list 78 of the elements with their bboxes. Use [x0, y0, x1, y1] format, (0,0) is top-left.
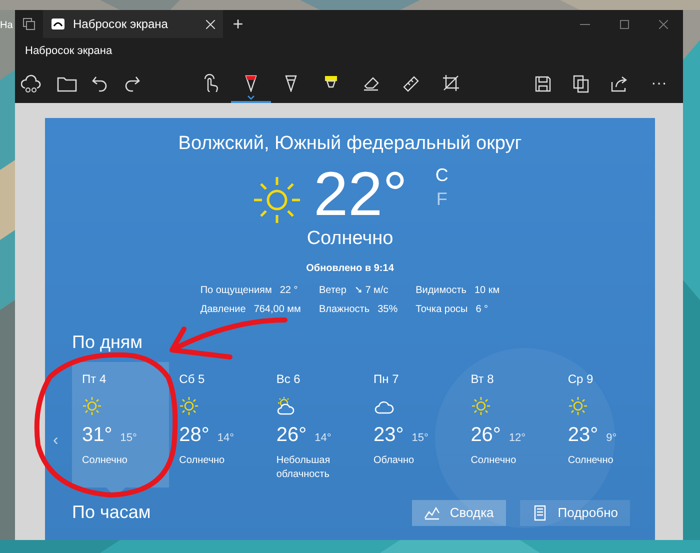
day-label: Вс 6 — [276, 371, 300, 388]
detail-value: 764,00 мм — [254, 303, 301, 317]
day-condition: Солнечно — [179, 454, 226, 468]
section-heading: По часам — [72, 501, 151, 524]
high-temperature: 31° — [82, 423, 112, 448]
folder-icon[interactable] — [57, 76, 77, 92]
high-temperature: 23° — [568, 423, 598, 448]
copy-icon[interactable] — [573, 75, 590, 93]
redo-icon[interactable] — [123, 75, 141, 93]
detail-label: Видимость — [416, 284, 466, 298]
tabs-icon — [23, 18, 35, 30]
day-tile[interactable]: Вт 8 26° 12° Солнечно — [460, 362, 558, 497]
updated-time: Обновлено в 9:14 — [306, 262, 394, 276]
day-label: Ср 9 — [568, 371, 594, 388]
app-title: Набросок экрана — [25, 44, 112, 60]
day-label: Пн 7 — [374, 371, 399, 388]
day-tile[interactable]: Пн 7 23° 15° Облачно — [364, 362, 461, 497]
high-temperature: 28° — [179, 423, 210, 448]
document-icon — [532, 505, 548, 521]
low-temperature: 15° — [120, 431, 137, 446]
low-temperature: 14° — [314, 431, 332, 446]
low-temperature: 12° — [508, 431, 526, 446]
detail-value: 22 ° — [280, 284, 298, 298]
day-tile[interactable]: Вс 6 26° 14° Небольшая облачность — [266, 362, 364, 497]
view-button[interactable]: Подробно — [520, 500, 630, 526]
chart-icon — [424, 505, 440, 521]
sun-icon — [179, 396, 200, 416]
previous-button[interactable]: ‹ — [53, 429, 58, 453]
sun-icon — [252, 174, 302, 224]
detail-value: ➘ 7 м/с — [354, 284, 388, 298]
chevron-icon — [247, 95, 255, 100]
detail-label: По ощущениям — [200, 284, 272, 298]
detail-label: Точка росы — [416, 303, 468, 317]
low-temperature: 15° — [412, 431, 428, 446]
more-button[interactable]: ··· — [651, 76, 667, 92]
day-tile[interactable]: Ср 9 23° 9° Солнечно — [558, 362, 655, 497]
detail-value: 10 км — [474, 284, 500, 298]
detail-label: Давление — [200, 303, 246, 317]
detail-value: 6 ° — [476, 303, 488, 317]
day-label: Вт 8 — [470, 371, 494, 388]
detail-value: 35% — [378, 303, 398, 317]
high-temperature: 23° — [374, 423, 404, 448]
share-icon[interactable] — [611, 76, 630, 92]
high-temperature: 26° — [276, 423, 307, 448]
sun-icon — [470, 396, 491, 416]
sun-cloud-icon — [276, 396, 296, 416]
day-condition: Небольшая облачность — [276, 454, 332, 482]
view-button[interactable]: Сводка — [412, 500, 506, 526]
location-title: Волжский, Южный федеральный округ — [178, 132, 522, 156]
day-condition: Солнечно — [82, 454, 128, 468]
sun-icon — [568, 396, 588, 416]
tab[interactable]: Набросок экрана — [43, 10, 223, 38]
day-tile[interactable]: Сб 5 28° 14° Солнечно — [169, 362, 266, 497]
section-heading: По дням — [72, 331, 144, 354]
touch-writing-icon — [202, 74, 220, 92]
detail-label: Влажность — [318, 303, 370, 317]
unit-toggle[interactable]: C — [435, 164, 448, 184]
ruler-icon — [402, 74, 420, 92]
detail-label: Ветер — [318, 284, 346, 298]
low-temperature: 9° — [606, 431, 617, 446]
day-condition: Солнечно — [568, 454, 614, 468]
day-condition: Солнечно — [470, 454, 518, 468]
save-icon[interactable] — [535, 76, 552, 92]
condition: Солнечно — [306, 226, 394, 250]
day-label: Пт 4 — [82, 371, 106, 388]
day-label: Сб 5 — [179, 371, 205, 388]
day-condition: Облачно — [374, 454, 416, 468]
high-temperature: 26° — [470, 423, 501, 448]
new-snip-icon[interactable] — [21, 74, 43, 94]
snip-app-icon — [51, 18, 65, 30]
sun-icon — [82, 396, 102, 416]
unit-toggle[interactable]: F — [435, 188, 448, 208]
temperature: 22° — [314, 162, 408, 226]
crop-icon — [442, 74, 460, 92]
undo-icon[interactable] — [91, 75, 109, 93]
maximize-icon[interactable] — [620, 20, 629, 28]
low-temperature: 14° — [217, 431, 234, 446]
new-tab-button[interactable]: + — [223, 10, 253, 38]
